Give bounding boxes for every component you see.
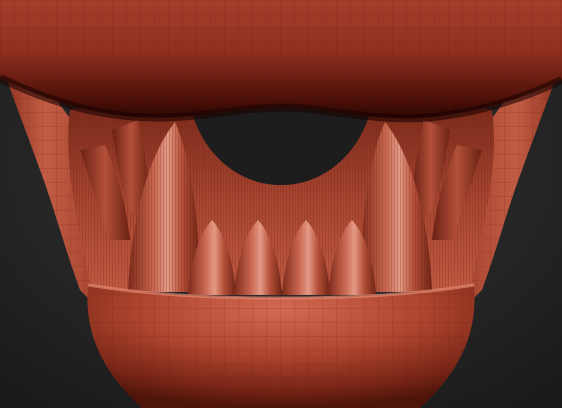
upper-jaw-wire	[0, 0, 562, 119]
3d-sculpt-viewport[interactable]	[0, 0, 562, 408]
viewport-canvas[interactable]	[0, 0, 562, 408]
lower-jaw-chin-wire	[87, 285, 475, 408]
